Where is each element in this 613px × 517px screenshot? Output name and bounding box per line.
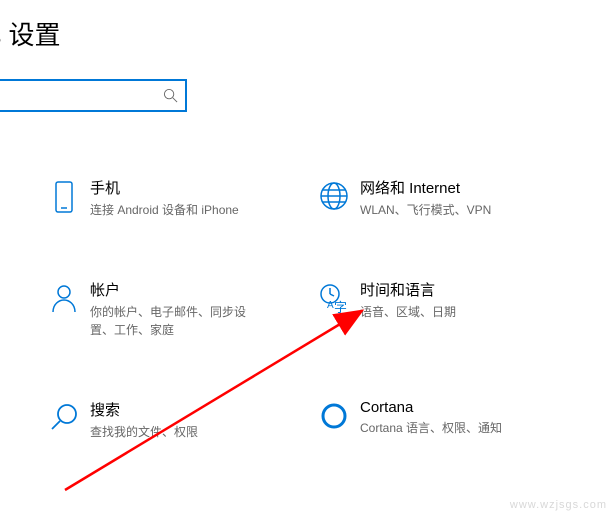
tile-cortana[interactable]: Cortana Cortana 语言、权限、通知 [308,399,578,441]
tile-title: 搜索 [90,399,308,420]
magnifier-icon [38,399,90,432]
watermark: www.wzjsgs.com [510,499,607,511]
tile-text: 搜索 查找我的文件、权限 [90,399,308,441]
tile-text: 网络和 Internet WLAN、飞行模式、VPN [360,177,578,219]
search-box[interactable] [0,79,187,112]
tile-title: 时间和语言 [360,279,578,300]
search-input[interactable] [0,88,155,104]
tile-desc: 语音、区域、日期 [360,303,530,321]
tile-text: 手机 连接 Android 设备和 iPhone [90,177,308,219]
tile-title: 帐户 [90,279,308,300]
globe-icon [308,177,360,212]
svg-text:字: 字 [334,300,347,314]
tile-text: Cortana Cortana 语言、权限、通知 [360,399,578,437]
phone-icon [38,177,90,216]
page-title: ows 设置 [0,15,613,52]
cortana-icon [308,399,360,430]
settings-grid: 手机 连接 Android 设备和 iPhone 网络和 Internet WL… [38,177,613,441]
tile-desc: 连接 Android 设备和 iPhone [90,201,260,219]
person-icon [38,279,90,314]
tile-phone[interactable]: 手机 连接 Android 设备和 iPhone [38,177,308,219]
tile-desc: 你的帐户、电子邮件、同步设置、工作、家庭 [90,303,260,339]
tile-desc: WLAN、飞行模式、VPN [360,201,530,219]
tile-search[interactable]: 搜索 查找我的文件、权限 [38,399,308,441]
tile-accounts[interactable]: 帐户 你的帐户、电子邮件、同步设置、工作、家庭 [38,279,308,339]
search-icon[interactable] [155,88,185,103]
tile-title: Cortana [360,399,578,416]
tile-desc: 查找我的文件、权限 [90,423,260,441]
page-header: ows 设置 [0,0,613,52]
tile-title: 网络和 Internet [360,177,578,198]
tile-title: 手机 [90,177,308,198]
tile-network[interactable]: 网络和 Internet WLAN、飞行模式、VPN [308,177,578,219]
tile-text: 时间和语言 语音、区域、日期 [360,279,578,321]
time-language-icon: 字 A [308,279,360,314]
tile-desc: Cortana 语言、权限、通知 [360,419,530,437]
svg-text:A: A [327,300,334,311]
tile-text: 帐户 你的帐户、电子邮件、同步设置、工作、家庭 [90,279,308,339]
tile-time-language[interactable]: 字 A 时间和语言 语音、区域、日期 [308,279,578,339]
search-container [0,79,613,112]
